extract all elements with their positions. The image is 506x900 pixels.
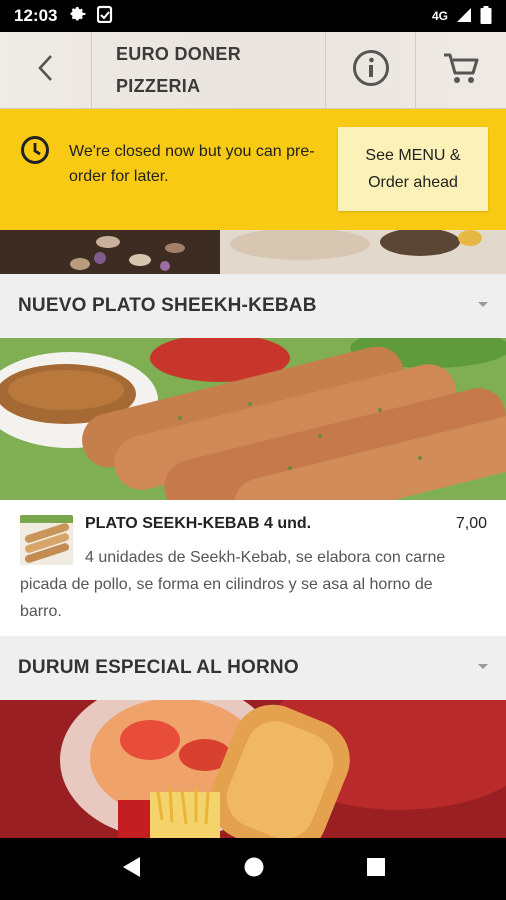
restaurant-banner-image: [0, 230, 506, 274]
nav-back-icon[interactable]: [120, 855, 142, 884]
info-button[interactable]: [326, 32, 416, 108]
seekh-kebab-image: [0, 338, 506, 500]
durum-image: [0, 700, 506, 838]
back-icon: [35, 53, 57, 88]
item-description-text: 4 unidades de Seekh-Kebab, se elabora co…: [20, 549, 446, 620]
section-title: NUEVO PLATO SHEEKH-KEBAB: [18, 295, 317, 316]
section-header-sheekh-kebab[interactable]: NUEVO PLATO SHEEKH-KEBAB: [0, 274, 506, 338]
nav-recents-icon[interactable]: [366, 857, 386, 882]
info-icon: [352, 49, 390, 92]
clipboard-icon: [97, 5, 113, 28]
cart-button[interactable]: [416, 32, 506, 108]
restaurant-title: EURO DONER PIZZERIA: [116, 44, 242, 96]
nav-home-icon[interactable]: [243, 856, 265, 883]
clock-icon: [20, 135, 50, 170]
chevron-down-icon: [478, 664, 488, 669]
closed-message: We're closed now but you can pre-order f…: [69, 143, 315, 185]
app-bar: EURO DONER PIZZERIA: [0, 32, 506, 109]
system-nav-bar: [0, 838, 506, 900]
cart-icon: [442, 51, 480, 90]
see-menu-order-ahead-button[interactable]: See MENU & Order ahead: [338, 127, 488, 211]
restaurant-title-cell: EURO DONER PIZZERIA: [92, 32, 326, 108]
item-price: 7,00: [455, 515, 487, 532]
menu-item-card[interactable]: PLATO SEEKH-KEBAB 4 und. 7,00 4 unidades…: [0, 500, 506, 636]
signal-icon: [456, 7, 472, 26]
item-description: 4 unidades de Seekh-Kebab, se elabora co…: [20, 544, 460, 625]
chevron-down-icon: [478, 302, 488, 307]
back-button[interactable]: [0, 32, 92, 108]
item-name: PLATO SEEKH-KEBAB 4 und.: [85, 515, 312, 532]
battery-icon: [480, 5, 492, 27]
status-bar: 12:03 4G: [0, 0, 506, 32]
network-type: 4G: [431, 9, 448, 23]
section-title: DURUM ESPECIAL AL HORNO: [18, 657, 299, 678]
section-header-durum-especial[interactable]: DURUM ESPECIAL AL HORNO: [0, 636, 506, 700]
settings-icon: [69, 5, 87, 28]
closed-banner: We're closed now but you can pre-order f…: [0, 109, 506, 230]
status-time: 12:03: [14, 6, 58, 25]
